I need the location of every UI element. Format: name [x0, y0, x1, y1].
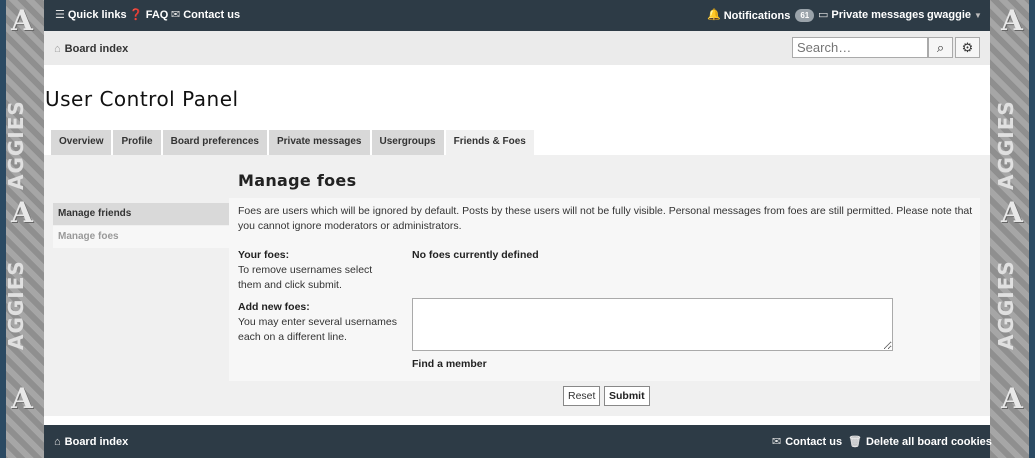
left-decor-strip: A AGGIES A AGGIES A — [0, 0, 44, 458]
ucp-panel: Manage foes Manage friends Manage foes F… — [44, 155, 990, 416]
contact-link[interactable]: ✉ Contact us — [171, 9, 240, 21]
advanced-search-button[interactable]: ⚙ — [955, 37, 980, 58]
envelope-icon: ✉ — [772, 435, 782, 448]
your-foes-label-block: Your foes: To remove usernames select th… — [238, 248, 398, 293]
top-bar: ☰ Quick links ❓ FAQ ✉ Contact us 🔔 Notif… — [44, 0, 990, 31]
section-title: Manage foes — [238, 171, 357, 190]
tab-friends-foes[interactable]: Friends & Foes — [445, 130, 534, 155]
aggies-logo-letter: A — [1001, 196, 1023, 229]
add-foes-textarea[interactable] — [412, 298, 893, 351]
tab-overview[interactable]: Overview — [51, 130, 112, 155]
footer-board-index: Board index — [64, 436, 129, 448]
aggies-logo-letter: A — [11, 4, 33, 37]
envelope-icon: ✉ — [171, 8, 181, 21]
inbox-icon: ▭ — [818, 8, 829, 21]
page-title: User Control Panel — [45, 87, 239, 111]
footer-bar: ⌂ Board index ✉ Contact us 🗑 Delete all … — [44, 425, 992, 458]
faq-label: FAQ — [145, 9, 169, 21]
quick-links-label: Quick links — [67, 9, 127, 21]
question-circle-icon: ❓ — [129, 8, 143, 21]
manage-foes-form: Foes are users which will be ignored by … — [229, 198, 980, 381]
right-decor-strip: A AGGIES A AGGIES A — [990, 0, 1035, 458]
username-label: gwaggie — [927, 9, 972, 21]
breadcrumb[interactable]: ⌂ Board index — [54, 43, 128, 55]
nav-bar: ⌂ Board index ⌕ ⚙ — [44, 31, 990, 65]
tab-board-preferences[interactable]: Board preferences — [162, 130, 267, 155]
aggies-logo-word: AGGIES — [994, 260, 1018, 350]
reset-button[interactable]: Reset — [563, 386, 601, 406]
caret-down-icon: ▼ — [974, 10, 982, 20]
faq-link[interactable]: ❓ FAQ — [129, 9, 168, 21]
side-nav-manage-foes[interactable]: Manage foes — [53, 226, 229, 248]
tab-usergroups[interactable]: Usergroups — [371, 130, 444, 155]
your-foes-value: No foes currently defined — [412, 249, 539, 261]
user-menu[interactable]: gwaggie ▼ — [927, 9, 982, 21]
add-foes-label-block: Add new foes: You may enter several user… — [238, 300, 398, 345]
private-messages-link[interactable]: ▭ Private messages — [818, 9, 924, 21]
side-nav: Manage friends Manage foes — [53, 203, 229, 248]
find-member-link[interactable]: Find a member — [412, 358, 487, 370]
private-messages-label: Private messages — [831, 9, 925, 21]
aggies-logo-letter: A — [1001, 4, 1023, 37]
footer-contact-link[interactable]: ✉ Contact us — [772, 436, 842, 448]
side-nav-manage-friends[interactable]: Manage friends — [53, 203, 229, 225]
intro-text: Foes are users which will be ignored by … — [238, 205, 973, 232]
home-icon: ⌂ — [54, 42, 61, 55]
search-button[interactable]: ⌕ — [928, 37, 953, 58]
delete-cookies-label: Delete all board cookies — [865, 436, 992, 448]
notifications-link[interactable]: 🔔 Notifications 61 — [707, 9, 815, 22]
breadcrumb-board-index: Board index — [64, 43, 129, 55]
aggies-logo-letter: A — [11, 196, 33, 229]
notifications-label: Notifications — [723, 9, 791, 22]
footer-breadcrumb[interactable]: ⌂ Board index — [54, 436, 128, 448]
trash-icon: 🗑 — [848, 435, 862, 448]
aggies-logo-word: AGGIES — [4, 100, 28, 190]
search-icon: ⌕ — [936, 39, 945, 55]
tab-private-messages[interactable]: Private messages — [268, 130, 370, 155]
page-wrapper: ☰ Quick links ❓ FAQ ✉ Contact us 🔔 Notif… — [44, 0, 992, 458]
notifications-count-badge: 61 — [795, 9, 815, 22]
add-foes-help: You may enter several usernames each on … — [238, 316, 397, 343]
footer-contact-label: Contact us — [785, 436, 843, 448]
home-icon: ⌂ — [54, 435, 61, 448]
ucp-tabs: Overview Profile Board preferences Priva… — [51, 130, 534, 155]
your-foes-label: Your foes: — [238, 249, 290, 261]
add-foes-label: Add new foes: — [238, 301, 310, 313]
bell-icon: 🔔 — [707, 9, 721, 21]
quick-links-menu[interactable]: ☰ Quick links — [55, 9, 127, 21]
delete-cookies-link[interactable]: 🗑 Delete all board cookies — [848, 436, 992, 448]
aggies-logo-word: AGGIES — [4, 260, 28, 350]
gear-icon: ⚙ — [961, 39, 974, 55]
tab-profile[interactable]: Profile — [113, 130, 161, 155]
hamburger-icon: ☰ — [55, 8, 65, 21]
aggies-logo-letter: A — [1001, 382, 1023, 415]
aggies-logo-letter: A — [11, 382, 33, 415]
search-input[interactable] — [792, 37, 928, 58]
your-foes-help: To remove usernames select them and clic… — [238, 264, 373, 291]
contact-label: Contact us — [183, 9, 241, 21]
submit-button[interactable]: Submit — [604, 386, 650, 406]
aggies-logo-word: AGGIES — [994, 100, 1018, 190]
